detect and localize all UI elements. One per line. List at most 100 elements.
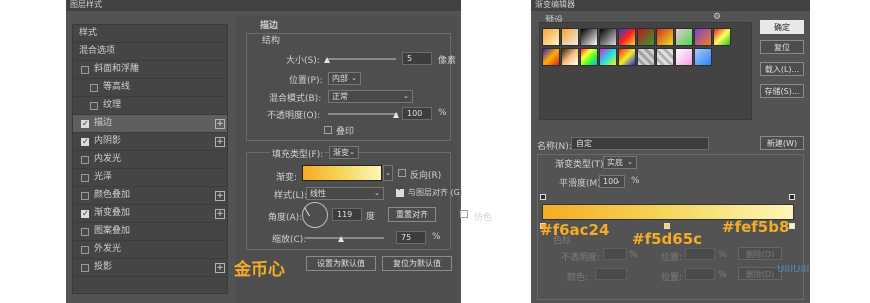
- name-input[interactable]: 自定: [571, 137, 709, 150]
- fill-type-select[interactable]: 渐变 ⌄: [329, 146, 359, 159]
- opacity-stop-left[interactable]: [540, 194, 546, 200]
- checkbox[interactable]: [90, 102, 98, 110]
- style-item-color-overlay[interactable]: 颜色叠加 +: [73, 187, 227, 205]
- style-item-inner-shadow[interactable]: 内阴影 +: [73, 133, 227, 151]
- new-button[interactable]: 新建(W): [760, 136, 804, 150]
- ok-button[interactable]: 确定: [760, 20, 804, 34]
- style-item-gradient-overlay[interactable]: 渐变叠加 +: [73, 205, 227, 223]
- checkbox[interactable]: [81, 115, 89, 132]
- reverse-checkbox[interactable]: [398, 169, 406, 177]
- preset-swatch[interactable]: [542, 48, 560, 66]
- add-icon[interactable]: +: [215, 209, 225, 219]
- add-icon[interactable]: +: [215, 119, 225, 129]
- blend-options[interactable]: 混合选项: [73, 43, 227, 61]
- stop-color-swatch[interactable]: [595, 268, 627, 280]
- preset-swatch[interactable]: [713, 28, 731, 46]
- checkbox[interactable]: [81, 133, 89, 150]
- align-with-layer-checkbox[interactable]: [396, 184, 404, 197]
- position-select[interactable]: 内部 ⌄: [328, 72, 361, 85]
- blend-mode-label: 混合模式(B):: [269, 94, 322, 104]
- angle-unit: 度: [366, 212, 376, 222]
- scale-label: 缩放(C):: [272, 235, 307, 245]
- style-item-outer-glow[interactable]: 外发光: [73, 241, 227, 259]
- opacity-slider[interactable]: [328, 113, 398, 115]
- size-slider-thumb[interactable]: [324, 57, 330, 63]
- preset-swatch[interactable]: [561, 48, 579, 66]
- gradient-preview[interactable]: [302, 165, 382, 181]
- preset-swatch[interactable]: [542, 28, 560, 46]
- style-item-satin[interactable]: 光泽: [73, 169, 227, 187]
- preset-swatch[interactable]: [618, 28, 636, 46]
- style-item-texture[interactable]: 纹理: [73, 97, 227, 115]
- style-item-bevel[interactable]: 斜面和浮雕: [73, 61, 227, 79]
- checkbox[interactable]: [81, 156, 89, 164]
- preset-swatch[interactable]: [675, 28, 693, 46]
- scale-input[interactable]: 75: [396, 231, 426, 244]
- preset-swatch[interactable]: [580, 28, 598, 46]
- color-stop-2[interactable]: [664, 223, 670, 229]
- preset-swatch[interactable]: [599, 28, 617, 46]
- preset-swatch[interactable]: [599, 48, 617, 66]
- gradient-dropdown[interactable]: ⌄: [383, 165, 393, 181]
- preset-swatch[interactable]: [618, 48, 636, 66]
- set-default-button[interactable]: 设置为默认值: [306, 256, 376, 271]
- add-icon[interactable]: +: [215, 137, 225, 147]
- stop-position-input[interactable]: [685, 248, 715, 260]
- preset-swatch[interactable]: [675, 48, 693, 66]
- size-slider[interactable]: [328, 58, 396, 60]
- checkbox[interactable]: [81, 228, 89, 236]
- scale-slider-thumb[interactable]: [338, 236, 344, 242]
- stop-color-position-input[interactable]: [685, 268, 715, 280]
- styles-header[interactable]: 样式: [73, 25, 227, 43]
- stop-opacity-input[interactable]: [603, 248, 627, 260]
- smoothness-select[interactable]: 100 ⌄: [599, 175, 625, 188]
- load-button[interactable]: 载入(L)...: [760, 62, 804, 76]
- angle-dial[interactable]: [302, 202, 328, 228]
- checkbox[interactable]: [81, 264, 89, 272]
- reset-button[interactable]: 复位: [760, 40, 804, 54]
- blend-mode-select[interactable]: 正常 ⌄: [328, 90, 413, 103]
- gradient-style-select[interactable]: 线性 ⌄: [306, 187, 384, 200]
- checkbox[interactable]: [81, 192, 89, 200]
- opacity-slider-thumb[interactable]: [393, 112, 399, 118]
- opacity-input[interactable]: 100: [402, 107, 432, 120]
- preset-swatch[interactable]: [637, 28, 655, 46]
- style-item-label: 外发光: [94, 244, 122, 254]
- hex-label-end: #fef5b8: [722, 218, 790, 236]
- dither-checkbox[interactable]: [460, 210, 468, 218]
- add-icon[interactable]: +: [215, 191, 225, 201]
- style-item-inner-glow[interactable]: 内发光: [73, 151, 227, 169]
- style-item-stroke[interactable]: 描边 +: [73, 115, 227, 133]
- preset-swatch[interactable]: [694, 28, 712, 46]
- style-item-label: 斜面和浮雕: [94, 64, 140, 74]
- angle-input[interactable]: 119: [332, 208, 362, 221]
- preset-swatch[interactable]: [561, 28, 579, 46]
- preset-swatch[interactable]: [637, 48, 655, 66]
- color-stop-3[interactable]: [789, 223, 795, 229]
- checkbox[interactable]: [81, 174, 89, 182]
- style-item-pattern-overlay[interactable]: 图案叠加: [73, 223, 227, 241]
- delete-opacity-stop-button[interactable]: 删除(D): [738, 247, 782, 260]
- delete-color-stop-button[interactable]: 删除(D): [738, 267, 782, 280]
- preset-swatch[interactable]: [580, 48, 598, 66]
- checkbox[interactable]: [81, 66, 89, 74]
- save-button[interactable]: 存储(S)...: [760, 84, 804, 98]
- checkbox[interactable]: [81, 246, 89, 254]
- overprint-checkbox[interactable]: [324, 126, 332, 134]
- size-input[interactable]: 5: [402, 52, 432, 65]
- style-item-drop-shadow[interactable]: 投影 +: [73, 259, 227, 277]
- reset-alignment-button[interactable]: 重置对齐: [388, 207, 436, 222]
- preset-swatch[interactable]: [656, 28, 674, 46]
- preset-swatch[interactable]: [656, 48, 674, 66]
- style-item-contour[interactable]: 等高线: [73, 79, 227, 97]
- checkbox[interactable]: [90, 84, 98, 92]
- preset-swatch[interactable]: [694, 48, 712, 66]
- gear-icon[interactable]: ⚙: [713, 12, 721, 22]
- scale-slider[interactable]: [306, 237, 384, 239]
- add-icon[interactable]: +: [215, 263, 225, 273]
- reset-default-button[interactable]: 复位为默认值: [382, 256, 452, 271]
- section-title: 描边: [260, 21, 279, 31]
- opacity-stop-right[interactable]: [789, 194, 795, 200]
- gradient-type-select[interactable]: 实底 ⌄: [603, 156, 637, 169]
- checkbox[interactable]: [81, 205, 89, 222]
